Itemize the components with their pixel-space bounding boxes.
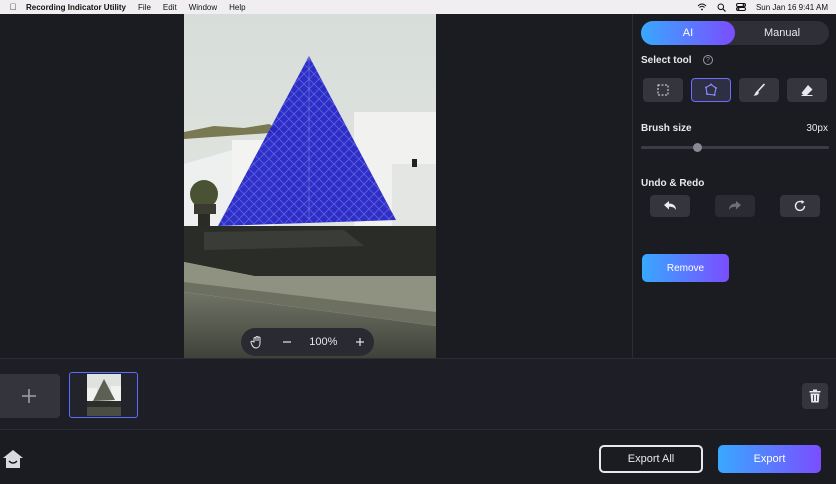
export-button[interactable]: Export — [718, 445, 821, 473]
home-icon — [3, 450, 23, 468]
eraser-button[interactable] — [787, 78, 827, 102]
lasso-select-button[interactable] — [691, 78, 731, 102]
rect-select-icon — [657, 84, 669, 96]
reset-button[interactable] — [780, 195, 820, 217]
menu-bar:  Recording Indicator Utility File Edit … — [0, 0, 836, 14]
brush-size-slider-knob[interactable] — [692, 143, 702, 152]
trash-icon — [809, 389, 821, 403]
eraser-icon — [801, 85, 813, 96]
delete-button[interactable] — [802, 383, 828, 409]
thumbnail-strip — [0, 358, 836, 430]
undo-button[interactable] — [650, 195, 690, 217]
zoom-toolbar: 100% — [241, 328, 374, 356]
tool-panel: AI Manual Select tool ? Brush size 30px … — [632, 14, 836, 358]
reset-icon — [794, 200, 806, 212]
zoom-in-button[interactable] — [355, 337, 365, 347]
home-button[interactable] — [2, 448, 24, 475]
zoom-out-button[interactable] — [282, 337, 292, 347]
menu-edit[interactable]: Edit — [163, 3, 177, 12]
wifi-icon[interactable] — [697, 3, 707, 11]
hand-pan-icon[interactable] — [250, 335, 264, 349]
menu-window[interactable]: Window — [189, 3, 217, 12]
add-image-button[interactable] — [0, 374, 60, 418]
export-all-button[interactable]: Export All — [599, 445, 703, 473]
zoom-level: 100% — [309, 336, 338, 348]
redo-icon — [729, 201, 741, 210]
rect-select-button[interactable] — [643, 78, 683, 102]
undo-redo-label: Undo & Redo — [641, 178, 705, 189]
brush-size-slider[interactable] — [641, 143, 829, 152]
brush-icon — [753, 83, 765, 96]
plus-icon — [22, 389, 36, 403]
brush-size-value: 30px — [806, 123, 828, 134]
menu-file[interactable]: File — [138, 3, 151, 12]
lasso-select-icon — [705, 83, 717, 96]
control-center-icon[interactable] — [735, 3, 746, 11]
bottom-bar: Export All Export — [0, 430, 836, 484]
remove-button[interactable]: Remove — [642, 254, 729, 282]
tab-ai[interactable]: AI — [641, 21, 735, 45]
photo-canvas[interactable] — [184, 14, 436, 358]
select-tool-label: Select tool — [641, 55, 692, 66]
tab-manual[interactable]: Manual — [735, 21, 829, 45]
datetime[interactable]: Sun Jan 16 9:41 AM — [756, 3, 828, 12]
redo-button[interactable] — [715, 195, 755, 217]
brush-button[interactable] — [739, 78, 779, 102]
apple-icon[interactable]:  — [0, 2, 26, 12]
brush-size-label: Brush size — [641, 123, 692, 134]
help-icon[interactable]: ? — [703, 55, 713, 65]
canvas-area: 100% — [0, 14, 632, 358]
undo-icon — [664, 201, 676, 210]
mode-switch: AI Manual — [641, 21, 829, 45]
menu-help[interactable]: Help — [229, 3, 245, 12]
search-icon[interactable] — [717, 3, 726, 12]
image-thumbnail[interactable] — [69, 372, 138, 418]
app-name[interactable]: Recording Indicator Utility — [26, 3, 126, 12]
